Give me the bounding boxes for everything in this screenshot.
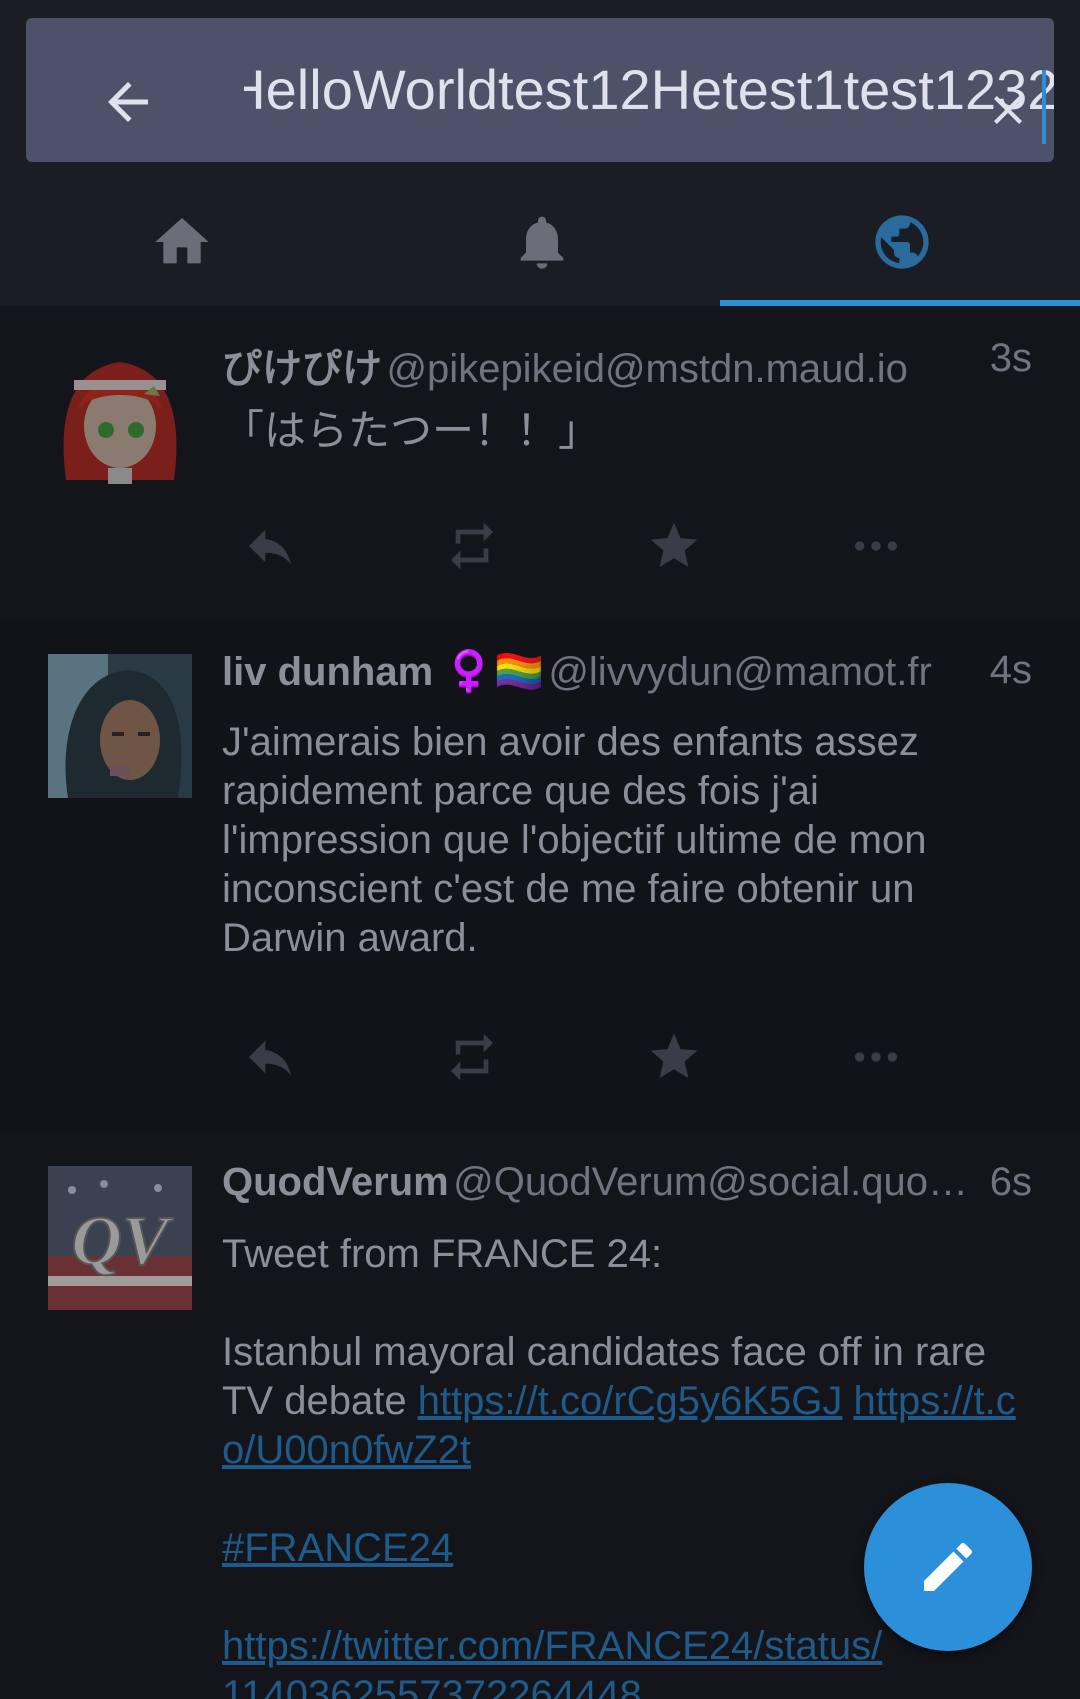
hashtag-link[interactable]: #FRANCE24	[222, 1526, 453, 1570]
more-icon[interactable]	[836, 1017, 916, 1097]
clear-icon[interactable]	[984, 86, 1032, 134]
avatar[interactable]: QV	[48, 1166, 192, 1310]
status-content: J'aimerais bien avoir des enfants assez …	[222, 720, 927, 960]
account-handle[interactable]: @pikepikeid@mstdn.maud.io	[386, 347, 907, 391]
status-header: ぴけぴけ @pikepikeid@mstdn.maud.io 3s	[222, 336, 1032, 391]
avatar[interactable]	[48, 654, 192, 798]
avatar[interactable]	[48, 340, 192, 484]
search-bar: HelloWorldtest12Hetest1test1232t	[26, 18, 1054, 162]
account-handle[interactable]: @livvydun@mamot.fr	[548, 650, 932, 694]
status-item[interactable]: liv dunham ♀️🏳️‍🌈 @livvydun@mamot.fr 4s …	[0, 618, 1080, 1130]
timestamp: 6s	[989, 1160, 1032, 1204]
more-icon[interactable]	[836, 506, 916, 586]
display-name[interactable]: liv dunham ♀️🏳️‍🌈	[222, 650, 544, 694]
bell-icon	[520, 216, 564, 269]
boost-icon[interactable]	[432, 1017, 512, 1097]
account-handle[interactable]: @QuodVerum@social.quo…	[453, 1160, 968, 1204]
app-screen: HelloWorldtest12Hetest1test1232t ぴけぴけ @p…	[0, 0, 1080, 1699]
tab-notifications[interactable]	[360, 178, 720, 306]
tab-home[interactable]	[0, 178, 360, 306]
globe-icon	[875, 215, 929, 269]
status-header: liv dunham ♀️🏳️‍🌈 @livvydun@mamot.fr 4s	[222, 648, 1032, 700]
timestamp: 3s	[989, 336, 1032, 380]
status-content: 「はらたつー！！」	[222, 407, 601, 454]
display-name[interactable]: ぴけぴけ	[222, 347, 382, 391]
back-arrow-icon[interactable]	[98, 72, 158, 132]
status-text-body: Istanbul mayoral candidates face off in …	[222, 1328, 1032, 1475]
home-icon	[155, 218, 209, 264]
status-actions	[222, 506, 922, 586]
search-input-value: HelloWorldtest12Hetest1test1232t	[244, 60, 1054, 120]
svg-text:QV: QV	[71, 1203, 174, 1280]
status-header: QuodVerum @QuodVerum@social.quo… 6s	[222, 1160, 1032, 1212]
status-link[interactable]: https://t.co/rCg5y6K5GJ	[418, 1379, 843, 1423]
tab-federated[interactable]	[720, 178, 1080, 306]
status-link[interactable]: https://twitter.com/FRANCE24/status/	[222, 1624, 882, 1668]
favourite-icon[interactable]	[634, 1017, 714, 1097]
boost-icon[interactable]	[432, 506, 512, 586]
compose-button[interactable]	[864, 1483, 1032, 1651]
status-actions	[222, 1017, 922, 1097]
timestamp: 4s	[989, 648, 1032, 692]
status-text-intro: Tweet from FRANCE 24:	[222, 1232, 663, 1276]
reply-icon[interactable]	[230, 506, 310, 586]
reply-icon[interactable]	[230, 1017, 310, 1097]
pencil-icon	[924, 1542, 973, 1591]
favourite-icon[interactable]	[634, 506, 714, 586]
text-caret	[1042, 70, 1046, 144]
tab-bar	[0, 178, 1080, 306]
status-link[interactable]: 1140362557372264448	[222, 1673, 642, 1699]
search-input[interactable]: HelloWorldtest12Hetest1test1232t	[244, 60, 1054, 120]
display-name[interactable]: QuodVerum	[222, 1160, 449, 1204]
status-item[interactable]: ぴけぴけ @pikepikeid@mstdn.maud.io 3s 「はらたつー…	[0, 306, 1080, 618]
